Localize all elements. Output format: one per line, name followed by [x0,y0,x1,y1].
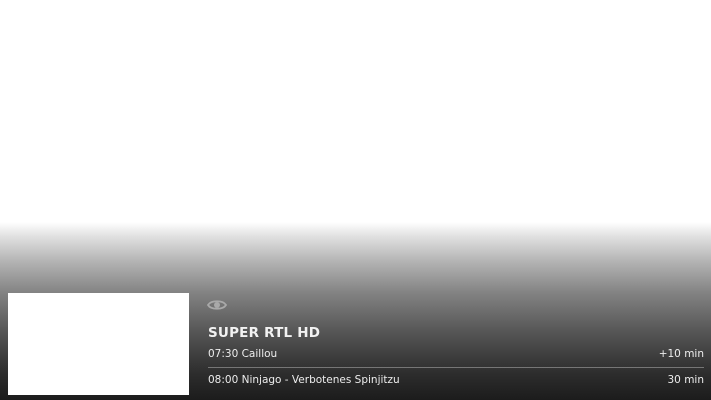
tv-screen: SUPER RTL HD 07:30 Caillou +10 min 08:00… [0,0,711,400]
current-program-title: 07:30 Caillou [208,348,278,360]
channel-name: SUPER RTL HD [208,325,321,341]
next-program-title: 08:00 Ninjago - Verbotenes Spinjitzu [208,374,400,386]
current-program-remaining: +10 min [658,348,704,360]
next-program-duration: 30 min [667,374,705,386]
channel-preview-thumbnail [8,293,189,395]
video-playback-area [0,0,711,230]
eye-icon [207,300,227,310]
current-program-row: 07:30 Caillou +10 min [208,348,704,364]
next-program-row: 08:00 Ninjago - Verbotenes Spinjitzu 30 … [208,374,704,390]
program-divider [208,367,704,368]
